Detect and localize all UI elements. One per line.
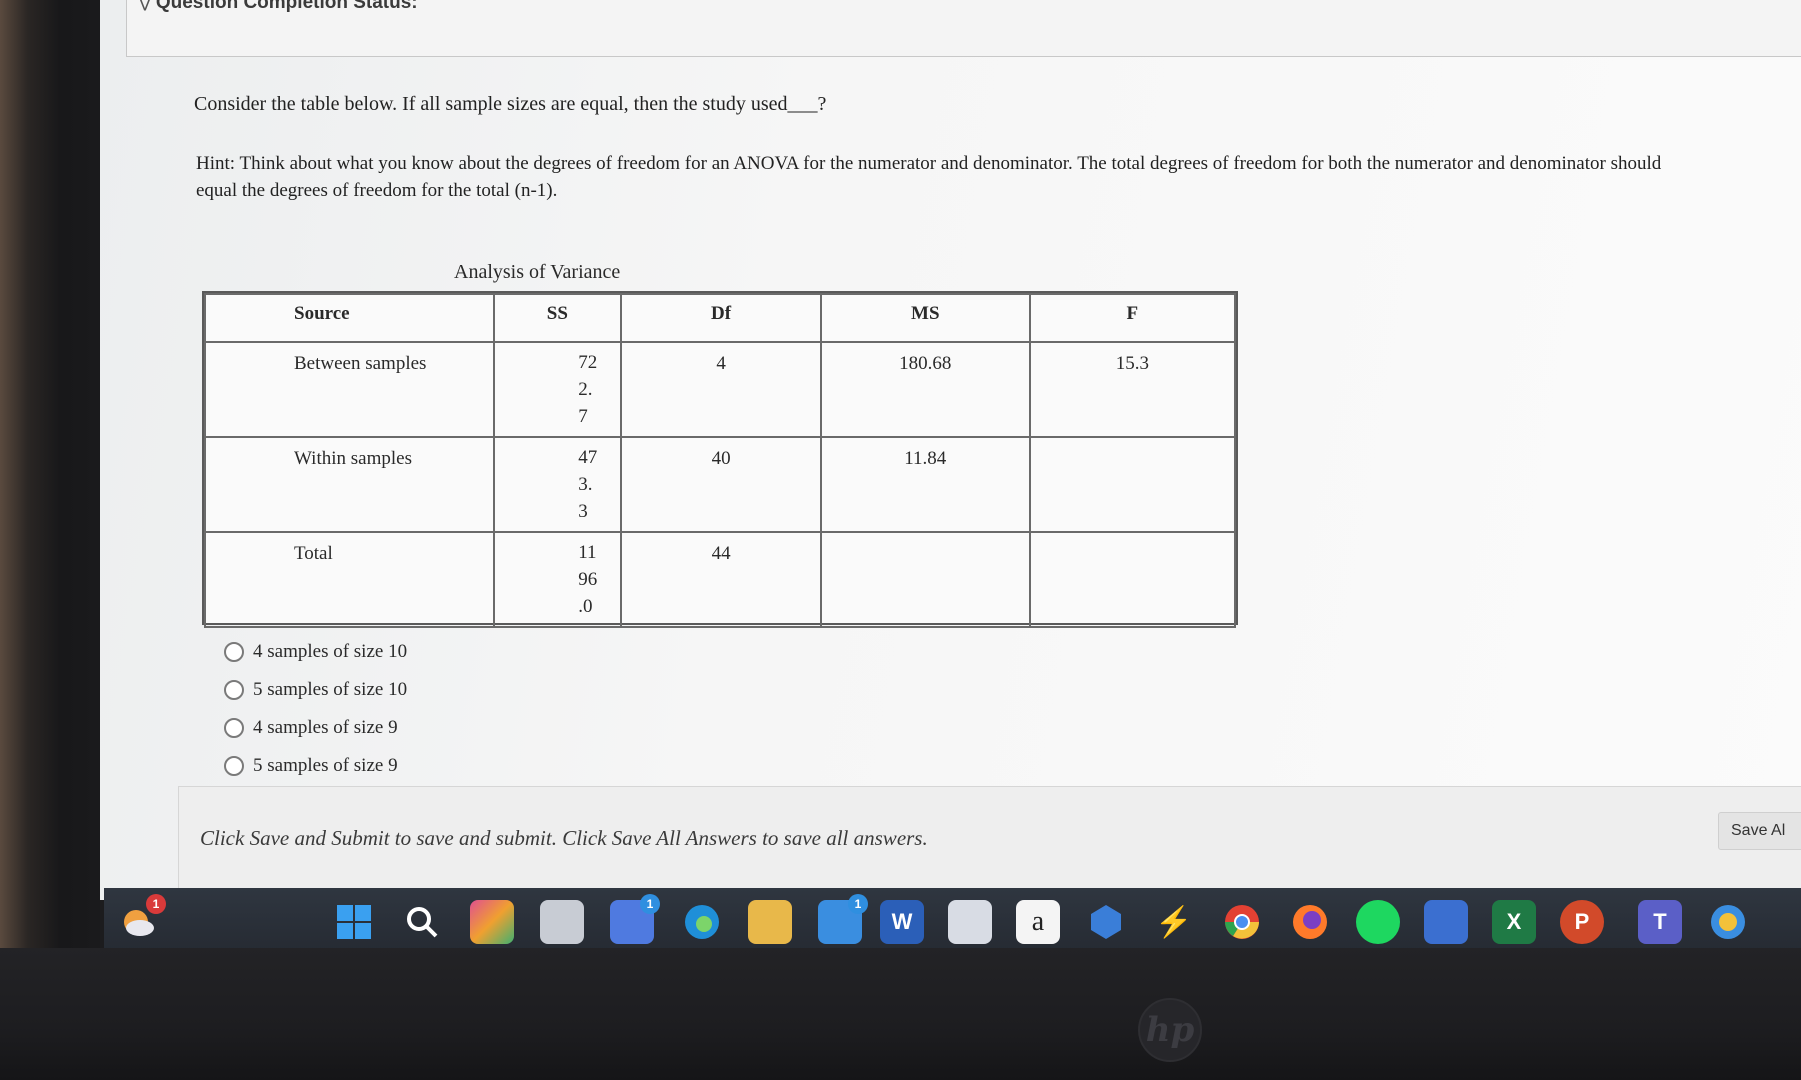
cell-ss-line: 3. <box>578 474 593 495</box>
hint-text: Hint: Think about what you know about th… <box>196 153 1662 201</box>
excel-icon[interactable]: X <box>1492 900 1536 944</box>
task-view-icon[interactable] <box>540 900 584 944</box>
table-row: Within samples 47 3. 3 40 11.84 <box>204 436 1237 533</box>
bolt-app-icon[interactable]: ⚡ <box>1152 900 1196 944</box>
cell-ss: 11 96 .0 <box>492 531 623 628</box>
chrome-alt-logo-icon <box>1711 905 1745 939</box>
cell-df: 40 <box>620 436 822 533</box>
status-header[interactable]: ⋁ Question Completion Status: <box>140 0 418 14</box>
anova-table: Source SS Df MS F Between samples 72 2. … <box>202 291 1238 628</box>
cloud-app-icon[interactable] <box>1084 900 1128 944</box>
cell-ss-line: 7 <box>578 406 588 427</box>
blue-hexagon-icon <box>1091 905 1121 939</box>
status-title-text: Question Completion Status: <box>155 0 418 13</box>
header-source: Source <box>204 293 495 343</box>
notification-badge: 1 <box>146 894 166 914</box>
answer-option[interactable]: 5 samples of size 9 <box>224 747 407 785</box>
cell-ss-line: 11 <box>578 542 597 563</box>
cell-ss: 72 2. 7 <box>492 341 623 438</box>
file-explorer-icon[interactable] <box>748 900 792 944</box>
hp-logo: hp <box>1138 998 1202 1062</box>
chat-badge: 1 <box>640 894 660 914</box>
search-icon[interactable] <box>400 900 444 944</box>
browser-screen: ⋁ Question Completion Status: Consider th… <box>100 0 1801 900</box>
answer-option-label: 5 samples of size 10 <box>253 679 408 700</box>
cell-ms: 11.84 <box>819 436 1031 533</box>
magnifier-icon <box>407 907 438 938</box>
amazon-icon[interactable]: a <box>1016 900 1060 944</box>
monitor-bezel-bottom <box>0 948 1801 1080</box>
header-df: Df <box>620 293 822 343</box>
radio-button[interactable] <box>224 642 244 662</box>
table-row: Total 11 96 .0 44 <box>204 531 1237 628</box>
teams-icon[interactable]: T <box>1638 900 1682 944</box>
teams-chat-icon[interactable]: 1 <box>610 894 660 944</box>
answer-option[interactable]: 4 samples of size 10 <box>224 633 407 671</box>
cell-ss-line: 96 <box>578 569 598 590</box>
cell-f: 15.3 <box>1028 341 1237 438</box>
dev-app-icon[interactable] <box>470 900 514 944</box>
cell-ms: 180.68 <box>819 341 1031 438</box>
chrome-logo-icon <box>1225 905 1259 939</box>
answer-option[interactable]: 5 samples of size 10 <box>224 671 407 709</box>
monitor-bezel-left <box>0 0 100 1080</box>
cell-ss-line: 72 <box>578 352 598 373</box>
mail-badge: 1 <box>848 894 868 914</box>
vpn-app-icon[interactable] <box>1424 900 1468 944</box>
header-f: F <box>1028 293 1237 343</box>
question-text: Consider the table below. If all sample … <box>194 93 827 115</box>
teams-icon-letter: T <box>1653 909 1667 934</box>
radio-button[interactable] <box>224 756 244 776</box>
windows-logo-icon <box>337 905 371 939</box>
edge-icon[interactable] <box>680 900 724 944</box>
table-caption: Analysis of Variance <box>454 261 621 283</box>
widgets-weather-icon[interactable]: 1 <box>116 894 166 944</box>
answer-option-label: 5 samples of size 9 <box>253 755 398 776</box>
spotify-icon[interactable] <box>1356 900 1400 944</box>
submit-instructions: Click Save and Submit to save and submit… <box>200 826 928 850</box>
table-header-row: Source SS Df MS F <box>204 293 1237 343</box>
amazon-icon-letter: a <box>1031 906 1045 937</box>
cell-ms <box>819 531 1031 628</box>
powerpoint-icon[interactable]: P <box>1560 900 1604 944</box>
powerpoint-icon-letter: P <box>1574 909 1590 934</box>
cell-source: Within samples <box>204 436 495 533</box>
radio-button[interactable] <box>224 680 244 700</box>
chrome-profile-icon[interactable] <box>1706 900 1750 944</box>
firefox-icon[interactable] <box>1288 900 1332 944</box>
answer-option-label: 4 samples of size 10 <box>253 641 408 662</box>
save-all-answers-button[interactable]: Save Al <box>1718 812 1801 850</box>
answer-options: 4 samples of size 10 5 samples of size 1… <box>224 633 407 785</box>
header-ss: SS <box>492 293 623 343</box>
word-icon[interactable]: W <box>880 900 924 944</box>
answer-option[interactable]: 4 samples of size 9 <box>224 709 407 747</box>
cell-source: Between samples <box>204 341 495 438</box>
cell-ss-line: .0 <box>578 596 593 617</box>
cell-df: 4 <box>620 341 822 438</box>
word-icon-letter: W <box>891 909 913 934</box>
mail-icon[interactable]: 1 <box>818 894 868 944</box>
store-icon[interactable] <box>948 900 992 944</box>
cell-f <box>1028 531 1237 628</box>
table-row: Between samples 72 2. 7 4 180.68 15.3 <box>204 341 1237 438</box>
edge-logo-icon <box>685 905 719 939</box>
excel-icon-letter: X <box>1506 909 1522 934</box>
cell-ss-line: 3 <box>578 501 588 522</box>
cell-df: 44 <box>620 531 822 628</box>
firefox-logo-icon <box>1293 905 1327 939</box>
cell-f <box>1028 436 1237 533</box>
chrome-icon[interactable] <box>1220 900 1264 944</box>
header-ms: MS <box>819 293 1031 343</box>
cell-source: Total <box>204 531 495 628</box>
answer-option-label: 4 samples of size 9 <box>253 717 398 738</box>
start-icon[interactable] <box>332 900 376 944</box>
chevron-down-icon: ⋁ <box>140 0 150 11</box>
cell-ss-line: 47 <box>578 447 598 468</box>
cell-ss-line: 2. <box>578 379 593 400</box>
radio-button[interactable] <box>224 718 244 738</box>
cell-ss: 47 3. 3 <box>492 436 623 533</box>
